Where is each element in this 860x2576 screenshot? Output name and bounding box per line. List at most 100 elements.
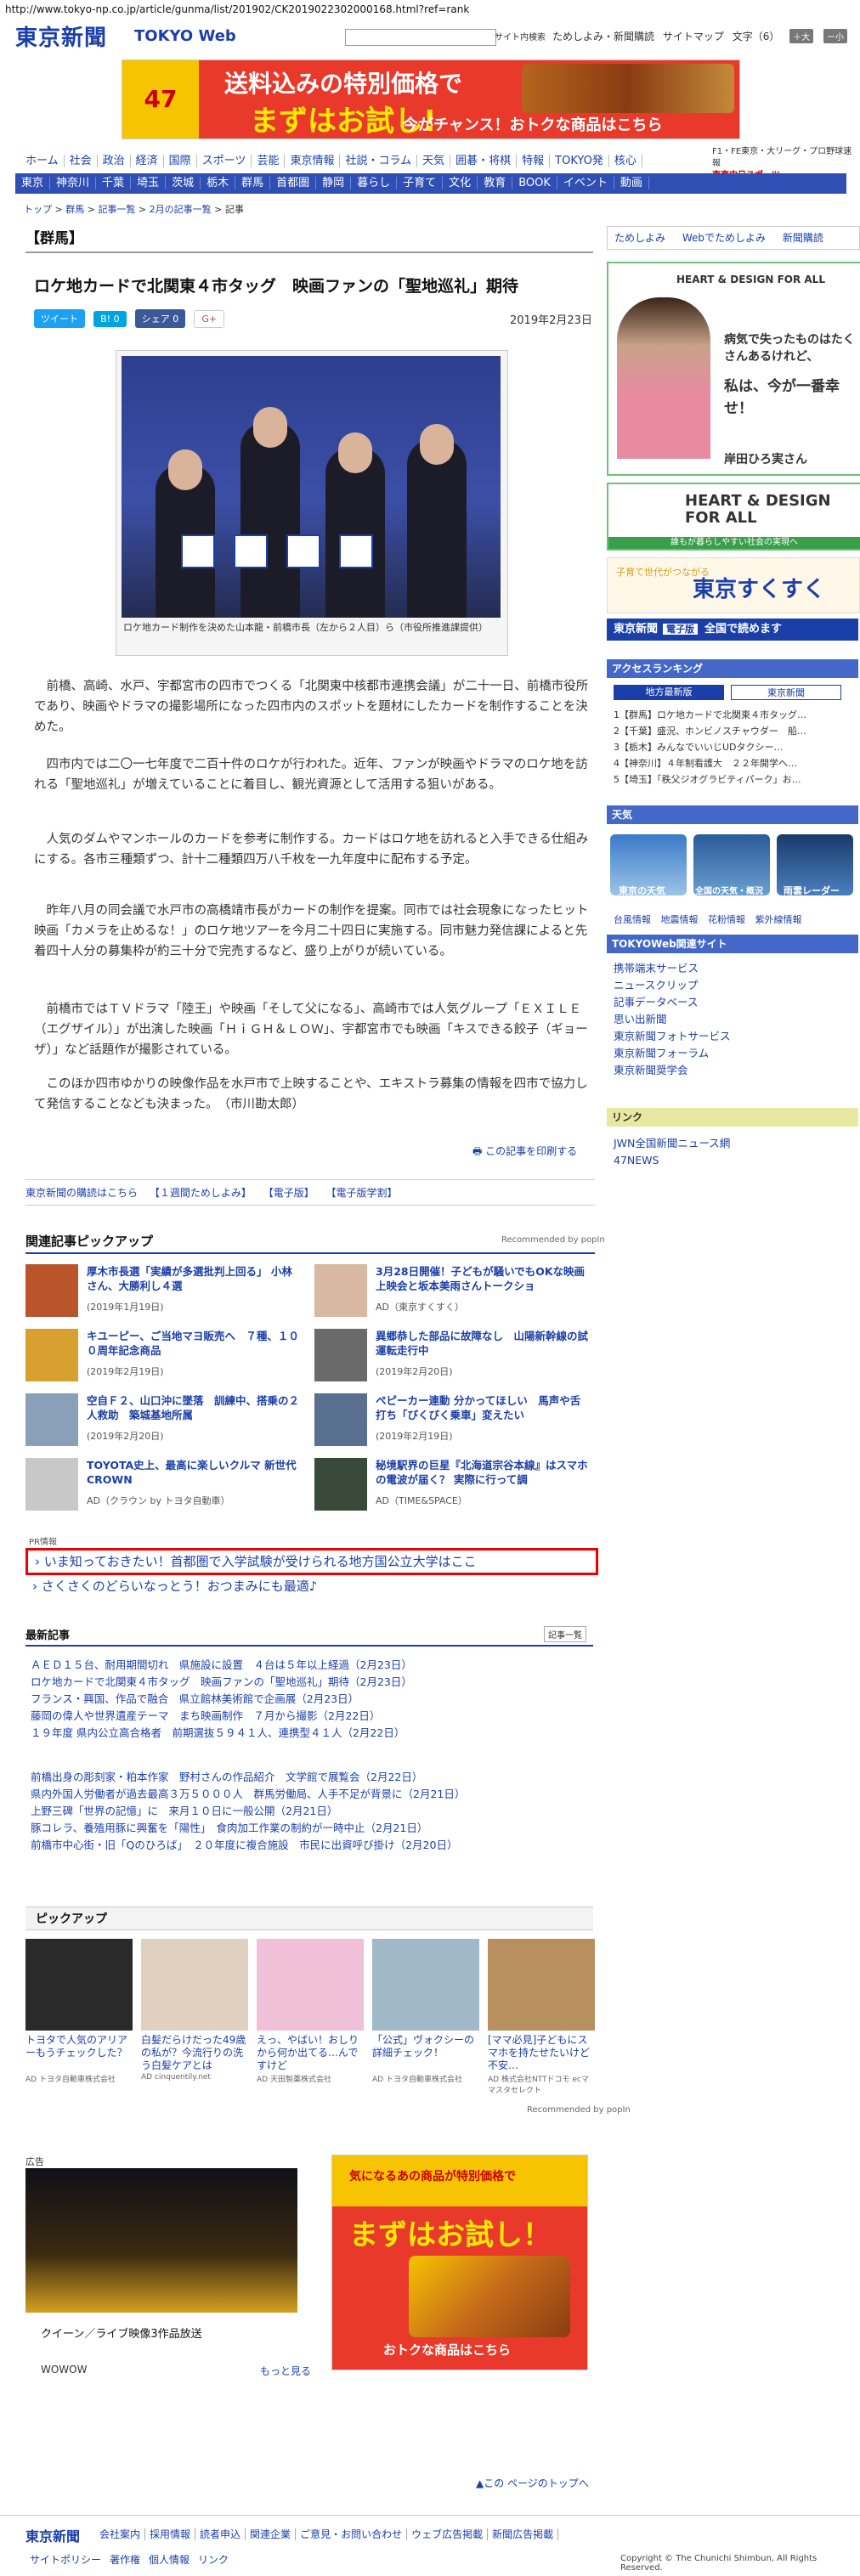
pickup-image[interactable] — [372, 1939, 479, 2031]
nav-saitama[interactable]: 埼玉 — [131, 177, 167, 189]
nav-book[interactable]: BOOK — [512, 177, 557, 189]
nav-kanagawa[interactable]: 神奈川 — [50, 177, 97, 189]
footer-link[interactable]: サイトポリシー — [25, 2554, 105, 2566]
service-link[interactable]: 思い出新聞 — [614, 1011, 731, 1028]
service-link[interactable]: 東京新聞フォーラム — [614, 1045, 731, 1062]
site-logo[interactable]: 東京新聞 — [15, 20, 107, 52]
nav-weather[interactable]: 天気 — [417, 155, 451, 167]
page-top-link[interactable]: ▲この ページのトップへ — [476, 2476, 589, 2490]
nav-shutoken[interactable]: 首都圏 — [270, 177, 317, 189]
external-link[interactable]: JWN全国新聞ニュース網 — [614, 1135, 730, 1152]
popin-credit[interactable]: Recommended by popIn — [501, 1235, 605, 1245]
font-smaller-button[interactable]: ー小 — [823, 29, 847, 43]
pickup-item[interactable]: トヨタで人気のアリアーもうチェックした？ AD トヨタ自動車株式会社 — [25, 1939, 133, 2084]
related-item[interactable]: ペピーカー連動 分かってほしい 馬声や舌打ち「びくびく乗車」変えたい (2019年… — [314, 1392, 591, 1451]
related-item[interactable]: 空自Ｆ２、山口沖に墜落 訓練中、搭乗の２人救助 築城基地所属 (2019年2月20… — [25, 1392, 303, 1451]
ad-more-link[interactable]: もっと見る — [260, 2364, 311, 2378]
nav-editorial[interactable]: 社説・コラム — [340, 155, 418, 167]
related-title-link[interactable]: 秘境駅界の巨星『北海道宗谷本線』はスマホの電波が届く？ 実際に行って調 — [376, 1458, 588, 1487]
header-link-sitemap[interactable]: サイトマップ — [663, 31, 724, 42]
nav-tochigi[interactable]: 栃木 — [201, 177, 236, 189]
pickup-title-link[interactable]: [ママ必見]子どもにスマホを持たせたいけど不安… — [488, 2034, 595, 2073]
site-search-input[interactable] — [345, 29, 496, 46]
service-link[interactable]: ニュースクリップ — [614, 977, 731, 994]
external-link[interactable]: 47NEWS — [614, 1152, 730, 1169]
latest-item[interactable]: 豚コレラ、養殖用豚に興奮を「陽性」 食肉加工作業の制約が一時中止（2月21日） — [31, 1820, 591, 1837]
related-item[interactable]: 秘境駅界の巨星『北海道宗谷本線』はスマホの電波が届く？ 実際に行って調 AD（TI… — [314, 1456, 591, 1516]
nav-video[interactable]: 動画 — [614, 177, 649, 189]
pickup-title-link[interactable]: 「公式」ヴォクシーの詳細チェック！ — [372, 2034, 479, 2073]
nav-sports[interactable]: スポーツ — [196, 155, 252, 167]
latest-item[interactable]: １９年度 県内公立高合格者 前期選抜５９４１人、連携型４１人（2月22日） — [31, 1725, 591, 1742]
hatena-bookmark-button[interactable]: B! 0 — [93, 311, 127, 327]
site-search-button[interactable]: サイト内検索 — [495, 30, 546, 42]
related-item[interactable]: TOYOTA史上、最高に楽しいクルマ 新世代CROWN AD（クラウン by トヨ… — [25, 1456, 303, 1516]
footer-link[interactable]: ウェブ広告掲載 — [407, 2528, 489, 2540]
nav-shizuoka[interactable]: 静岡 — [316, 177, 352, 189]
nav-kosodate[interactable]: 子育て — [397, 177, 444, 189]
sidebar-link-trial[interactable]: ためしよみ — [608, 232, 672, 244]
service-link[interactable]: 記事データベース — [614, 994, 731, 1011]
related-title-link[interactable]: キユーピー、ご当地マヨ販売へ ７種、１００周年記念商品 — [87, 1329, 299, 1358]
related-item[interactable]: 厚木市長選「実績が多選批判上回る」 小林さん、大勝利し４選 (2019年1月19日… — [25, 1263, 303, 1322]
top-banner-ad[interactable]: 47 送料込みの特別価格で まずはお試し! 今がチャンス！おトクな商品はこちら — [122, 59, 740, 139]
tweet-button[interactable]: ツイート — [34, 309, 85, 328]
nav-economy[interactable]: 経済 — [130, 155, 164, 167]
latest-item[interactable]: 前橋市中心街・旧「Qのひろば」 ２０年度に複合施設 市民に出資呼び掛け（2月20… — [31, 1837, 591, 1854]
nav-kakushin[interactable]: 核心 — [608, 155, 642, 167]
footer-link[interactable]: 採用情報 — [145, 2528, 196, 2540]
nav-gunma[interactable]: 群馬 — [235, 177, 271, 189]
print-link[interactable]: 🖶 この記事を印刷する — [472, 1144, 577, 1161]
pickup-image[interactable] — [25, 1939, 133, 2031]
related-title-link[interactable]: 3月28日開催！子どもが騒いでもOKな映画上映会と坂本美雨さんトークショ — [376, 1264, 588, 1293]
nav-kurashi[interactable]: 暮らし — [351, 177, 398, 189]
subscribe-link[interactable]: 東京新聞の購読はこちら — [25, 1187, 138, 1199]
footer-link[interactable]: 新聞広告掲載 — [488, 2528, 559, 2540]
footer-link[interactable]: 関連企業 — [246, 2528, 297, 2540]
pickup-title-link[interactable]: トヨタで人気のアリアーもうチェックした？ — [25, 2034, 133, 2073]
pickup-title-link[interactable]: えっ、やばい！おしりから何か出てる…んですけど — [257, 2034, 364, 2073]
footer-link[interactable]: リンク — [194, 2554, 233, 2566]
weather-link-earthquake[interactable]: 地震情報 — [661, 914, 699, 925]
breadcrumb-month[interactable]: 2月の記事一覧 — [150, 204, 212, 215]
digital-student-link[interactable]: 【電子版学割】 — [326, 1187, 398, 1199]
related-thumbnail[interactable] — [314, 1264, 367, 1317]
footer-link[interactable]: 著作権 — [105, 2554, 144, 2566]
latest-item[interactable]: 藤岡の偉人や世界遺産テーマ まち映画制作 ７月から撮影（2月22日） — [31, 1708, 591, 1725]
nav-tokyo-info[interactable]: 東京情報 — [285, 155, 341, 167]
concert-ad-image[interactable] — [25, 2168, 297, 2313]
related-thumbnail[interactable] — [314, 1393, 367, 1446]
tab-tokyo[interactable]: 東京新聞 — [731, 685, 841, 700]
related-item[interactable]: 異郷恭した部品に故障なし 山陽新幹線の試運転走行中 (2019年2月20日) — [314, 1327, 591, 1387]
nav-international[interactable]: 国際 — [163, 155, 197, 167]
latest-item[interactable]: 上野三碑「世界の記憶」に 来月１０日に一般公開（2月21日） — [31, 1803, 591, 1820]
related-thumbnail[interactable] — [314, 1458, 367, 1511]
related-thumbnail[interactable] — [25, 1264, 78, 1317]
footer-link[interactable]: ご意見・お問い合わせ — [296, 2528, 408, 2540]
nav-home[interactable]: ホーム — [20, 155, 65, 167]
font-larger-button[interactable]: ＋大 — [789, 29, 814, 43]
sukusuku-banner[interactable]: 子育て世代がつながる 東京すくすく — [607, 557, 860, 613]
related-title-link[interactable]: 厚木市長選「実績が多選批判上回る」 小林さん、大勝利し４選 — [87, 1264, 299, 1293]
ranking-item[interactable]: 2【千葉】盛況、ホンビノスチャウダー 船… — [614, 723, 857, 739]
heart-design-ad[interactable]: HEART & DESIGN FOR ALL 病気で失ったものはたくさんあるけれ… — [607, 262, 860, 476]
breadcrumb-top[interactable]: トップ — [24, 204, 52, 215]
related-title-link[interactable]: ペピーカー連動 分かってほしい 馬声や舌打ち「びくびく乗車」変えたい — [376, 1393, 588, 1422]
facebook-share-button[interactable]: シェア 0 — [134, 309, 186, 328]
tab-local[interactable]: 地方最新版 — [614, 685, 724, 700]
service-link[interactable]: 東京新聞フォトサービス — [614, 1028, 731, 1045]
google-plus-button[interactable]: G+ — [194, 310, 225, 328]
pickup-item[interactable]: えっ、やばい！おしりから何か出てる…んですけど AD 天田製薬株式会社 — [257, 1939, 364, 2084]
breadcrumb-list[interactable]: 記事一覧 — [98, 204, 135, 215]
pickup-image[interactable] — [141, 1939, 248, 2031]
pickup-item[interactable]: 白髪だらけだった49歳の私が？今流行りの洗う白髪ケアとは AD cinquenti… — [141, 1939, 248, 2082]
popin-credit-2[interactable]: Recommended by popIn — [527, 2105, 631, 2115]
nav-ibaraki[interactable]: 茨城 — [166, 177, 201, 189]
pr-link[interactable]: › さくさくのどらいなっとう！おつまみにも最適♪ — [32, 1577, 317, 1595]
weather-link-typhoon[interactable]: 台風情報 — [614, 914, 651, 925]
heart-design-banner[interactable]: HEART & DESIGN FOR ALL 誰もが暮らしやすい社会の実現へ — [607, 483, 860, 551]
footer-link[interactable]: 個人情報 — [144, 2554, 194, 2566]
digital-edition-banner[interactable]: 東京新聞 電子版 全国で読めます — [607, 619, 858, 641]
nav-society[interactable]: 社会 — [64, 155, 98, 167]
related-thumbnail[interactable] — [25, 1458, 78, 1511]
